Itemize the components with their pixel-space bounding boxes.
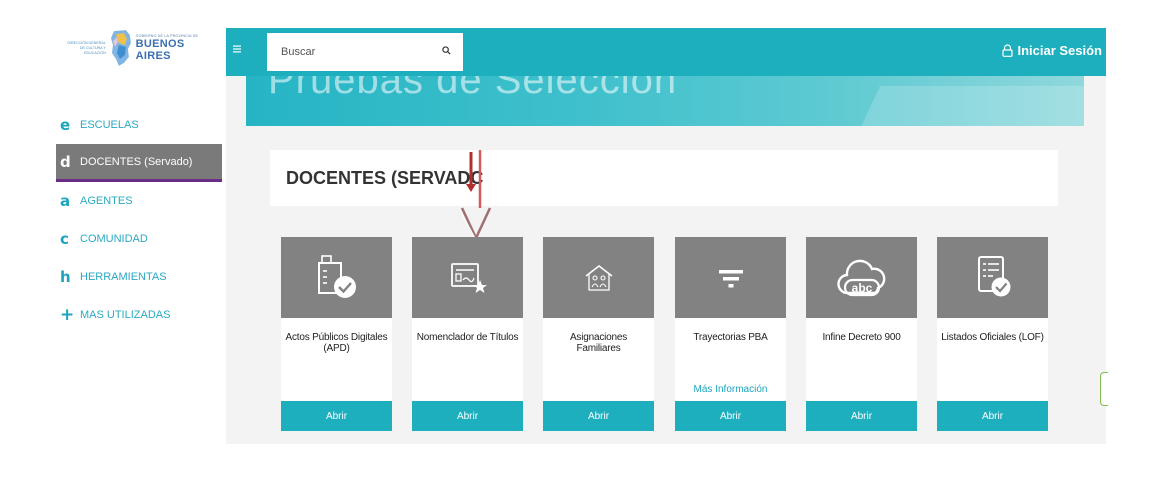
card-header <box>412 237 523 318</box>
sidebar-item-label: COMUNIDAD <box>80 233 148 245</box>
open-infine-button[interactable]: Abrir <box>806 401 917 431</box>
plus-icon: + <box>60 305 75 325</box>
site-logo[interactable]: DIRECCIÓN GENERAL DE CULTURA Y EDUCACIÓN… <box>62 27 222 69</box>
open-trayectorias-button[interactable]: Abrir <box>675 401 786 431</box>
card-title: Asignaciones Familiares <box>569 332 628 354</box>
card-title: Actos Públicos Digitales (APD) <box>285 332 388 354</box>
card-title: Nomenclador de Títulos <box>416 332 519 343</box>
filter-icon <box>718 269 743 287</box>
province-map-icon <box>110 30 131 66</box>
sidebar-item-label: HERRAMIENTAS <box>80 271 167 283</box>
hamburger-icon[interactable] <box>232 44 244 56</box>
agentes-icon: a <box>60 192 71 210</box>
sidebar-item-label: MAS UTILIZADAS <box>80 309 171 321</box>
sidebar-item-docentes[interactable]: d DOCENTES (Servado) <box>56 144 222 182</box>
open-nomenclador-button[interactable]: Abrir <box>412 401 523 431</box>
logo-title: BUENOS AIRES <box>135 38 185 62</box>
document-check-icon <box>317 254 356 298</box>
search-input[interactable] <box>267 46 437 58</box>
svg-text:abc: abc <box>851 281 872 295</box>
card-nomenclador: Nomenclador de Títulos Abrir <box>412 237 523 431</box>
search-box <box>267 33 463 71</box>
comunidad-icon: c <box>60 230 69 248</box>
family-house-icon <box>585 264 612 291</box>
certificate-icon <box>450 262 487 293</box>
card-trayectorias: Trayectorias PBA Más Información Abrir <box>675 237 786 431</box>
sidebar: e ESCUELAS d DOCENTES (Servado) a AGENTE… <box>56 106 224 334</box>
card-apd: Actos Públicos Digitales (APD) Abrir <box>281 237 392 431</box>
banner-title: Pruebas de Selección <box>268 76 678 102</box>
escuelas-icon: e <box>60 116 71 134</box>
sidebar-item-agentes[interactable]: a AGENTES <box>56 182 224 220</box>
card-header: abc <box>806 237 917 318</box>
open-lof-button[interactable]: Abrir <box>937 401 1048 431</box>
sidebar-item-label: ESCUELAS <box>80 119 139 131</box>
open-apd-button[interactable]: Abrir <box>281 401 392 431</box>
sidebar-item-label: AGENTES <box>80 195 133 207</box>
side-widget-tab[interactable] <box>1100 372 1108 406</box>
page-banner: Pruebas de Selección <box>246 76 1084 126</box>
arrow-annotation <box>459 150 492 241</box>
card-title: Trayectorias PBA <box>693 332 768 343</box>
card-header <box>937 237 1048 318</box>
docentes-icon: d <box>60 152 71 171</box>
sidebar-item-label: DOCENTES (Servado) <box>80 155 193 168</box>
herramientas-icon: h <box>60 268 71 286</box>
banner-decoration <box>852 86 1084 126</box>
card-header <box>543 237 654 318</box>
list-check-icon <box>977 255 1010 296</box>
app-window: DIRECCIÓN GENERAL DE CULTURA Y EDUCACIÓN… <box>0 0 1156 478</box>
login-button[interactable]: Iniciar Sesión <box>1002 43 1102 58</box>
card-lof: Listados Oficiales (LOF) Abrir <box>937 237 1048 431</box>
sidebar-item-mas-utilizadas[interactable]: + MAS UTILIZADAS <box>56 296 224 334</box>
card-header <box>675 237 786 318</box>
abc-cloud-icon: abc <box>836 259 885 296</box>
more-info-link[interactable]: Más Información <box>675 384 786 395</box>
login-label: Iniciar Sesión <box>1017 43 1102 58</box>
card-asignaciones: Asignaciones Familiares Abrir <box>543 237 654 431</box>
card-header <box>281 237 392 318</box>
logo-left-text: DIRECCIÓN GENERAL DE CULTURA Y EDUCACIÓN <box>67 40 106 55</box>
sidebar-item-herramientas[interactable]: h HERRAMIENTAS <box>56 258 224 296</box>
card-title: Listados Oficiales (LOF) <box>941 332 1044 343</box>
logo-right: GOBIERNO DE LA PROVINCIA DE BUENOS AIRES <box>136 34 222 62</box>
card-title: Infine Decreto 900 <box>822 332 901 343</box>
open-asignaciones-button[interactable]: Abrir <box>543 401 654 431</box>
sidebar-item-comunidad[interactable]: c COMUNIDAD <box>56 220 224 258</box>
lock-icon <box>1002 44 1014 57</box>
sidebar-item-escuelas[interactable]: e ESCUELAS <box>56 106 224 144</box>
card-infine: abc Infine Decreto 900 Abrir <box>806 237 917 431</box>
search-icon[interactable] <box>437 46 455 58</box>
section-header: DOCENTES (SERVADC <box>270 150 1058 206</box>
